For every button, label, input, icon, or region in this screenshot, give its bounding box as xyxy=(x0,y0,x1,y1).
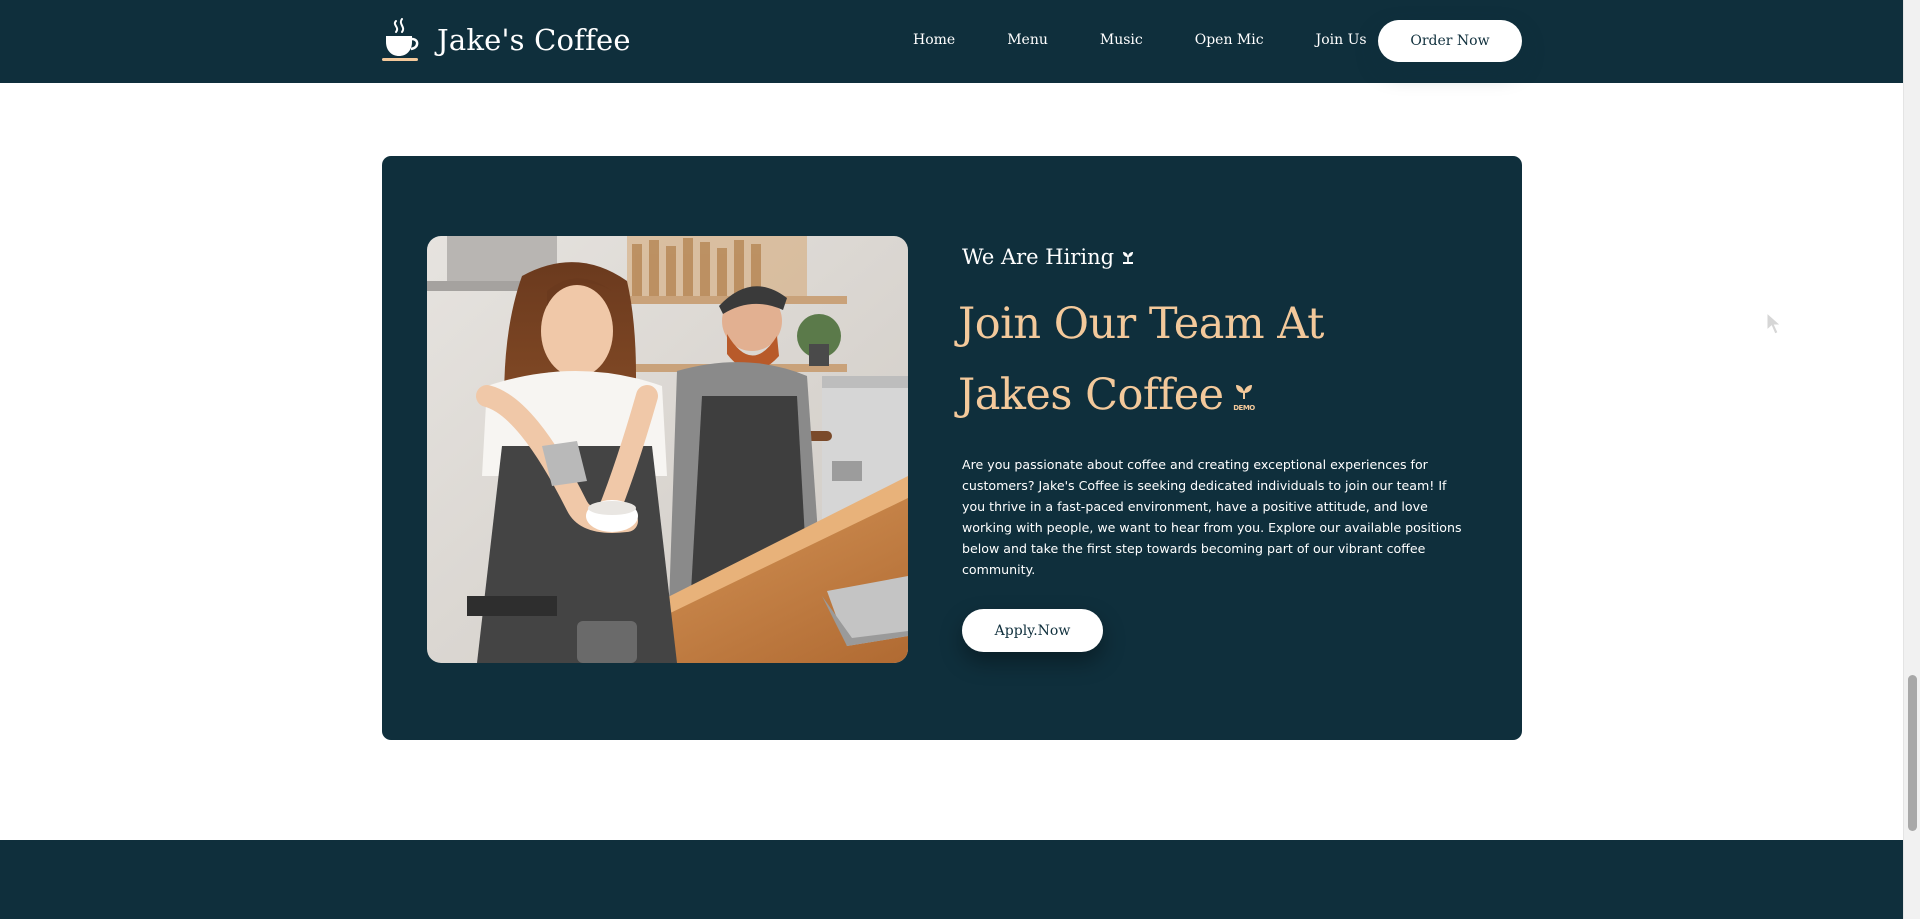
nav-item-home[interactable]: Home xyxy=(895,32,981,48)
scrollbar-thumb[interactable] xyxy=(1908,675,1917,831)
hiring-eyebrow: We Are Hiring xyxy=(962,245,1136,269)
hiring-card: We Are Hiring Join Our Team At Jakes Cof… xyxy=(382,156,1522,740)
footer-section xyxy=(0,840,1903,919)
page-scrollbar[interactable] xyxy=(1903,0,1920,919)
nav-item-music[interactable]: Music xyxy=(1074,32,1169,48)
hiring-heading: Join Our Team At Jakes Coffee DEMO xyxy=(958,289,1518,431)
sprout-icon xyxy=(1123,252,1134,264)
site-header: Jake's Coffee Home Menu Music Open Mic J… xyxy=(0,0,1903,83)
nav-item-open-mic[interactable]: Open Mic xyxy=(1169,32,1290,48)
demo-mark-text: DEMO xyxy=(1233,404,1255,412)
apply-now-button[interactable]: Apply.Now xyxy=(962,609,1103,652)
heading-line-2-wrap: Jakes Coffee DEMO xyxy=(958,360,1518,431)
heading-line-1: Join Our Team At xyxy=(958,299,1324,349)
main-nav: Home Menu Music Open Mic Join Us xyxy=(895,0,1393,80)
eyebrow-text: We Are Hiring xyxy=(962,245,1115,269)
hiring-paragraph: Are you passionate about coffee and crea… xyxy=(962,457,1462,577)
mouse-pointer-icon xyxy=(1766,312,1782,335)
demo-sprout-icon: DEMO xyxy=(1233,385,1255,412)
baristas-photo xyxy=(427,236,908,663)
coffee-cup-icon xyxy=(382,18,419,61)
nav-item-menu[interactable]: Menu xyxy=(981,32,1074,48)
order-now-button[interactable]: Order Now xyxy=(1378,20,1522,62)
brand-logo-link[interactable]: Jake's Coffee xyxy=(381,15,631,65)
heading-line-2: Jakes Coffee xyxy=(958,370,1224,420)
brand-name: Jake's Coffee xyxy=(437,23,631,57)
